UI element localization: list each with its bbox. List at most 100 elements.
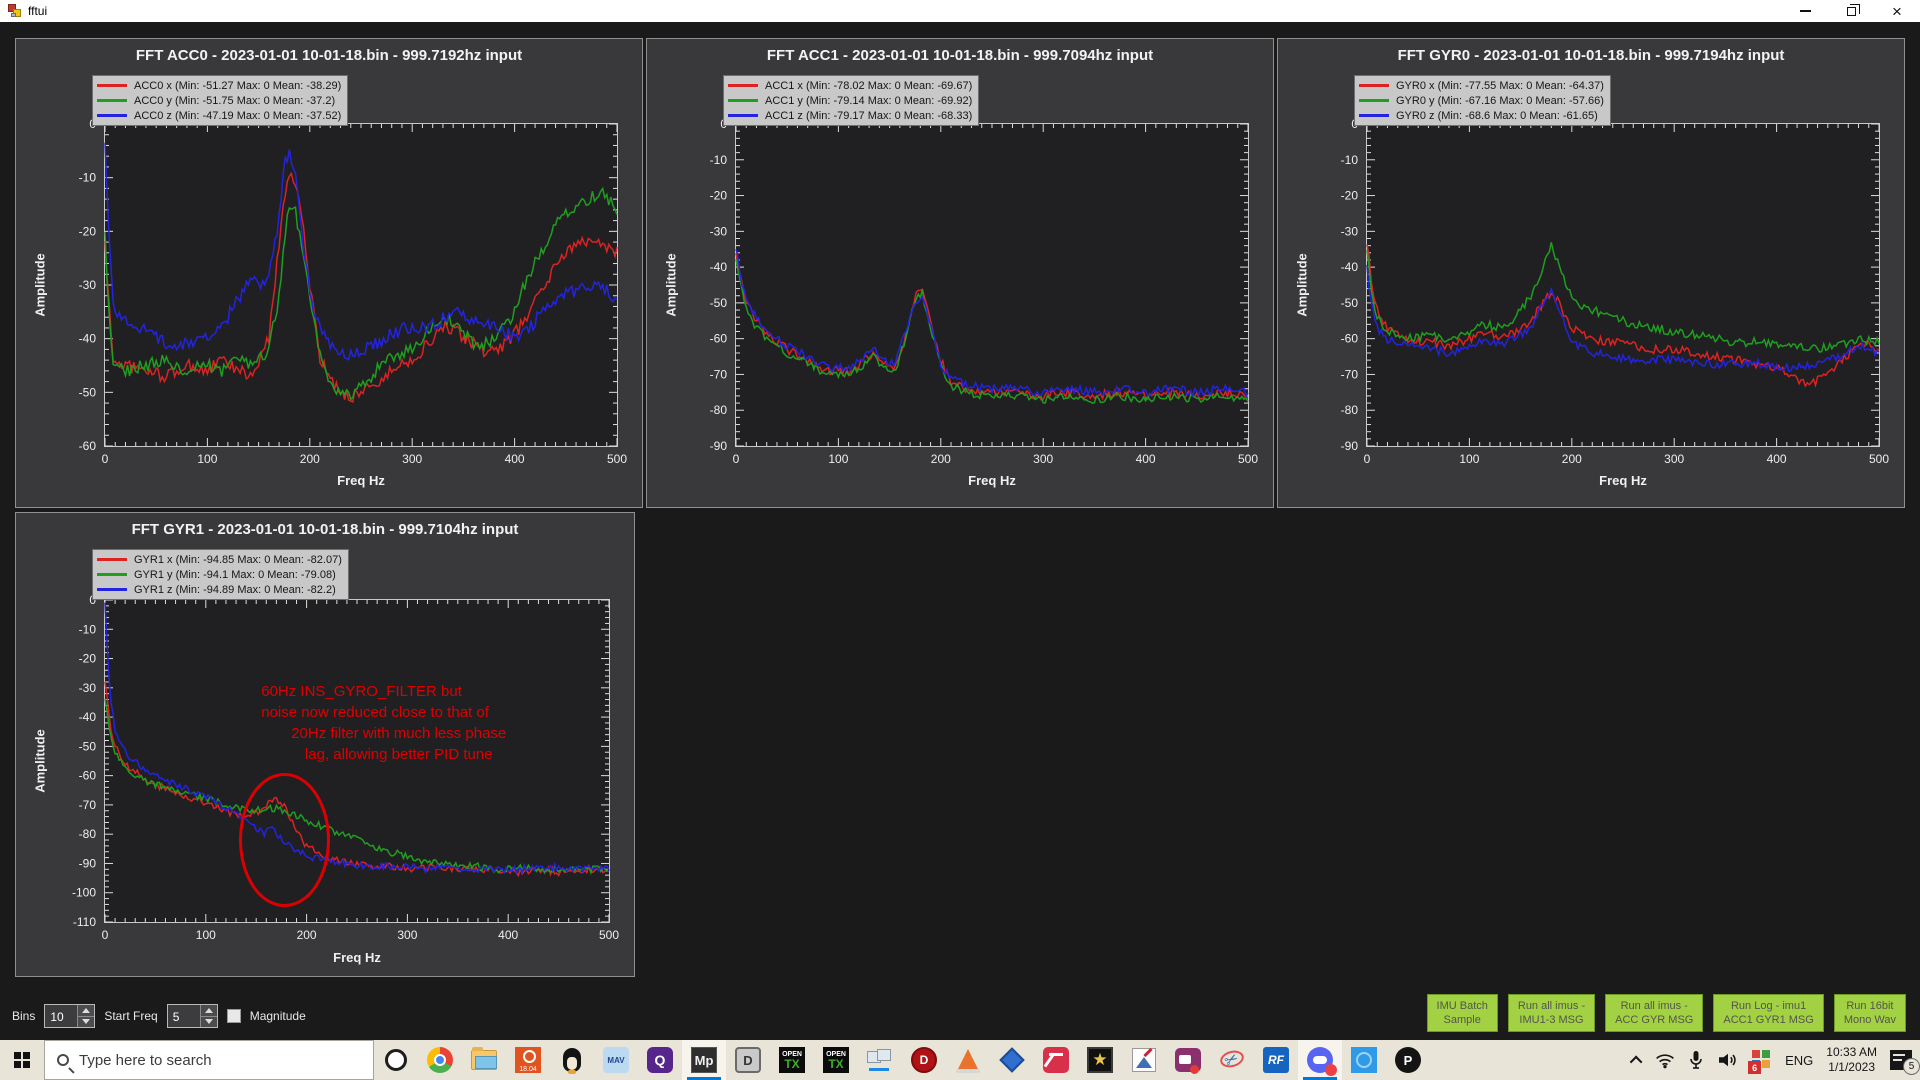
svg-text:-40: -40 bbox=[79, 332, 97, 346]
bins-stepper[interactable]: 10 bbox=[44, 1004, 95, 1028]
clock[interactable]: 10:33 AM 1/1/2023 bbox=[1826, 1045, 1877, 1075]
legend-row: ACC0 z (Min: -47.19 Max: 0 Mean: -37.52) bbox=[97, 108, 341, 123]
taskbar-item-realflight[interactable]: RF bbox=[1254, 1040, 1298, 1080]
chart-title: FFT ACC0 - 2023-01-01 10-01-18.bin - 999… bbox=[16, 47, 642, 64]
opentx-icon: OPEN TX bbox=[779, 1047, 805, 1073]
star-video-icon: ★ bbox=[1087, 1047, 1113, 1073]
taskbar-item-cortana[interactable] bbox=[374, 1040, 418, 1080]
svg-text:-20: -20 bbox=[79, 224, 97, 238]
taskbar-item-blue-diamond-app[interactable] bbox=[990, 1040, 1034, 1080]
bins-up-button[interactable] bbox=[78, 1005, 94, 1017]
chart-title: FFT GYR1 - 2023-01-01 10-01-18.bin - 999… bbox=[16, 521, 634, 538]
taskbar-item-crane-app[interactable] bbox=[1034, 1040, 1078, 1080]
x-axis-label: Freq Hz bbox=[104, 950, 610, 965]
taskbar-item-red-d-app[interactable]: D bbox=[902, 1040, 946, 1080]
run-16bit-mono-wav-button[interactable]: Run 16bit Mono Wav bbox=[1834, 994, 1906, 1032]
taskbar-item-vlc[interactable] bbox=[946, 1040, 990, 1080]
svg-text:-50: -50 bbox=[1341, 296, 1359, 310]
svg-text:200: 200 bbox=[300, 452, 320, 466]
series-swatch bbox=[97, 558, 127, 561]
taskbar-item-chrome[interactable] bbox=[418, 1040, 462, 1080]
svg-text:-10: -10 bbox=[1341, 153, 1359, 167]
taskbar-item-parsec[interactable]: P bbox=[1386, 1040, 1430, 1080]
taskbar-item-blue-square-app[interactable] bbox=[1342, 1040, 1386, 1080]
search-placeholder: Type here to search bbox=[79, 1052, 212, 1069]
close-button[interactable]: × bbox=[1874, 0, 1920, 22]
run-log-imu1-button[interactable]: Run Log - imu1 ACC1 GYR1 MSG bbox=[1713, 994, 1823, 1032]
taskbar-item-linux[interactable] bbox=[550, 1040, 594, 1080]
magnitude-checkbox[interactable] bbox=[227, 1009, 241, 1023]
start-freq-up-button[interactable] bbox=[201, 1005, 217, 1017]
imu-batch-sample-button[interactable]: IMU Batch Sample bbox=[1427, 994, 1498, 1032]
start-freq-value[interactable]: 5 bbox=[168, 1005, 200, 1027]
svg-text:100: 100 bbox=[1459, 452, 1479, 466]
y-axis-label: Amplitude bbox=[33, 253, 48, 317]
x-axis-label: Freq Hz bbox=[735, 473, 1249, 488]
start-freq-down-button[interactable] bbox=[201, 1017, 217, 1028]
taskbar-item-display-switch[interactable] bbox=[858, 1040, 902, 1080]
red-d-icon: D bbox=[911, 1047, 937, 1073]
svg-text:400: 400 bbox=[1767, 452, 1787, 466]
taskbar-item-d-app[interactable]: D bbox=[726, 1040, 770, 1080]
taskbar-item-qgroundcontrol[interactable]: Q bbox=[638, 1040, 682, 1080]
language-indicator[interactable]: ENG bbox=[1785, 1053, 1813, 1068]
taskbar-item-snipping-tool[interactable]: ✂ bbox=[1210, 1040, 1254, 1080]
svg-text:200: 200 bbox=[297, 928, 317, 942]
svg-text:-20: -20 bbox=[710, 189, 728, 203]
bins-value[interactable]: 10 bbox=[45, 1005, 77, 1027]
taskbar-item-opentx-1[interactable]: OPEN TX bbox=[770, 1040, 814, 1080]
run-all-imus-imu13-button[interactable]: Run all imus - IMU1-3 MSG bbox=[1508, 994, 1595, 1032]
svg-text:0: 0 bbox=[1364, 452, 1371, 466]
windows-logo-icon bbox=[14, 1052, 31, 1069]
svg-text:500: 500 bbox=[599, 928, 619, 942]
series-swatch bbox=[1359, 99, 1389, 102]
annotation-line: 20Hz filter with much less phase bbox=[261, 723, 536, 744]
svg-text:200: 200 bbox=[1562, 452, 1582, 466]
y-axis-label: Amplitude bbox=[1295, 253, 1310, 317]
notification-center-icon[interactable]: 5 bbox=[1890, 1050, 1912, 1070]
svg-text:0: 0 bbox=[733, 452, 740, 466]
search-input[interactable]: Type here to search bbox=[44, 1040, 374, 1080]
volume-icon[interactable] bbox=[1717, 1051, 1739, 1069]
svg-text:100: 100 bbox=[196, 928, 216, 942]
svg-text:-60: -60 bbox=[1341, 332, 1359, 346]
svg-text:-10: -10 bbox=[79, 622, 97, 636]
bins-down-button[interactable] bbox=[78, 1017, 94, 1028]
svg-text:-10: -10 bbox=[79, 171, 97, 185]
legend-label: GYR0 x (Min: -77.55 Max: 0 Mean: -64.37) bbox=[1396, 80, 1604, 92]
run-all-imus-accgyr-button[interactable]: Run all imus - ACC GYR MSG bbox=[1605, 994, 1703, 1032]
restore-button[interactable] bbox=[1828, 0, 1874, 22]
tray-app-icon[interactable]: 6 bbox=[1752, 1050, 1772, 1070]
start-button[interactable] bbox=[0, 1040, 44, 1080]
x-axis-label: Freq Hz bbox=[104, 473, 618, 488]
taskbar-item-image-editor[interactable] bbox=[1122, 1040, 1166, 1080]
taskbar-item-file-explorer[interactable] bbox=[462, 1040, 506, 1080]
tray-chevron-up-icon[interactable] bbox=[1630, 1055, 1643, 1068]
missionplanner-icon: Mp bbox=[691, 1047, 717, 1073]
taskbar-item-discord-active[interactable] bbox=[1298, 1040, 1342, 1080]
dual-monitor-icon bbox=[867, 1049, 893, 1071]
wifi-icon[interactable] bbox=[1655, 1051, 1675, 1069]
legend-label: GYR1 z (Min: -94.89 Max: 0 Mean: -82.2) bbox=[134, 584, 336, 596]
legend-row: GYR0 x (Min: -77.55 Max: 0 Mean: -64.37) bbox=[1359, 78, 1604, 93]
chart-panel-gyr1: FFT GYR1 - 2023-01-01 10-01-18.bin - 999… bbox=[15, 512, 635, 977]
action-button-row: IMU Batch Sample Run all imus - IMU1-3 M… bbox=[1427, 994, 1906, 1032]
taskbar-item-video-editor[interactable]: ★ bbox=[1078, 1040, 1122, 1080]
annotation-line: noise now reduced close to that of bbox=[261, 702, 536, 723]
taskbar-item-missionplanner-active[interactable]: Mp bbox=[682, 1040, 726, 1080]
up-arrow-icon bbox=[82, 1008, 90, 1013]
microphone-icon[interactable] bbox=[1688, 1050, 1704, 1070]
minimize-icon bbox=[1800, 10, 1811, 12]
taskbar-item-opentx-2[interactable]: OPEN TX bbox=[814, 1040, 858, 1080]
taskbar-item-screen-recorder[interactable] bbox=[1166, 1040, 1210, 1080]
taskbar-item-mavproxy[interactable]: MAV bbox=[594, 1040, 638, 1080]
taskbar-item-ubuntu[interactable]: 18.04 bbox=[506, 1040, 550, 1080]
window-title: fftui bbox=[28, 4, 47, 18]
minimize-button[interactable] bbox=[1782, 0, 1828, 22]
svg-text:400: 400 bbox=[1136, 452, 1156, 466]
settings-bar: Bins 10 Start Freq 5 Magnitude bbox=[12, 1004, 306, 1028]
start-freq-stepper[interactable]: 5 bbox=[167, 1004, 218, 1028]
app-canvas: FFT ACC0 - 2023-01-01 10-01-18.bin - 999… bbox=[0, 22, 1920, 1040]
realflight-icon: RF bbox=[1263, 1047, 1289, 1073]
bins-label: Bins bbox=[12, 1009, 35, 1023]
